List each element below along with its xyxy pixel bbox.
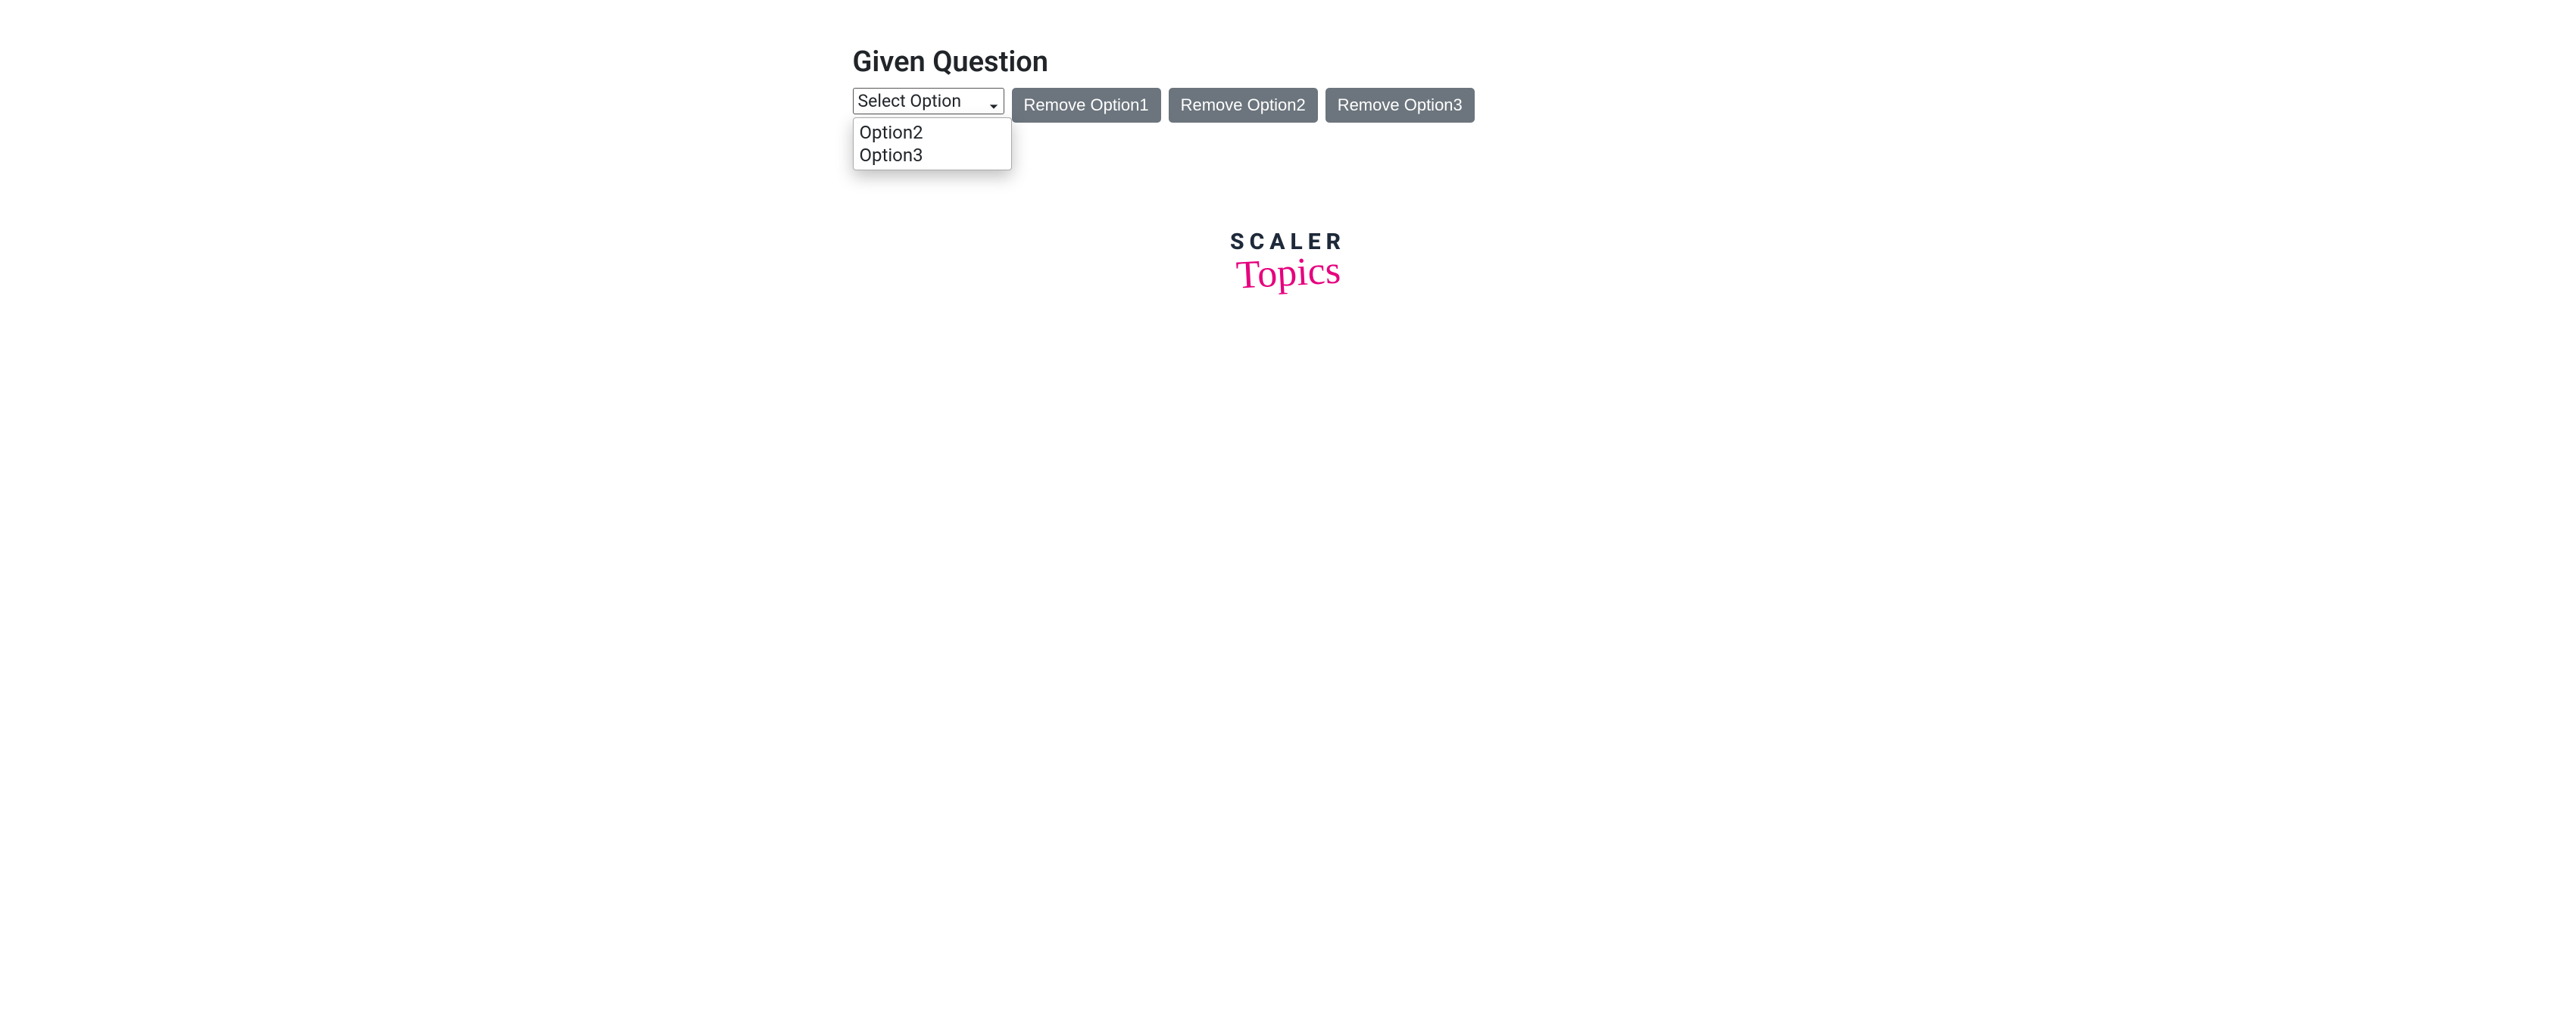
select-wrapper: Select Option Option2 Option3 [853,88,1004,114]
dropdown-item-option2[interactable]: Option2 [854,121,1011,144]
page-title: Given Question [853,45,1724,79]
brand-text-topics: Topics [1235,248,1341,298]
dropdown-item-option3[interactable]: Option3 [854,144,1011,167]
select-placeholder: Select Option [858,91,962,111]
remove-option2-button[interactable]: Remove Option2 [1169,88,1318,123]
chevron-down-icon [988,96,999,107]
branding-logo: SCALER Topics [0,229,2576,295]
remove-option1-button[interactable]: Remove Option1 [1012,88,1161,123]
dropdown-list: Option2 Option3 [853,117,1012,170]
option-select[interactable]: Select Option [853,88,1004,114]
main-container: Given Question Select Option Option2 Opt… [845,45,1731,123]
remove-option3-button[interactable]: Remove Option3 [1325,88,1475,123]
controls-row: Select Option Option2 Option3 Remove Opt… [853,88,1724,123]
